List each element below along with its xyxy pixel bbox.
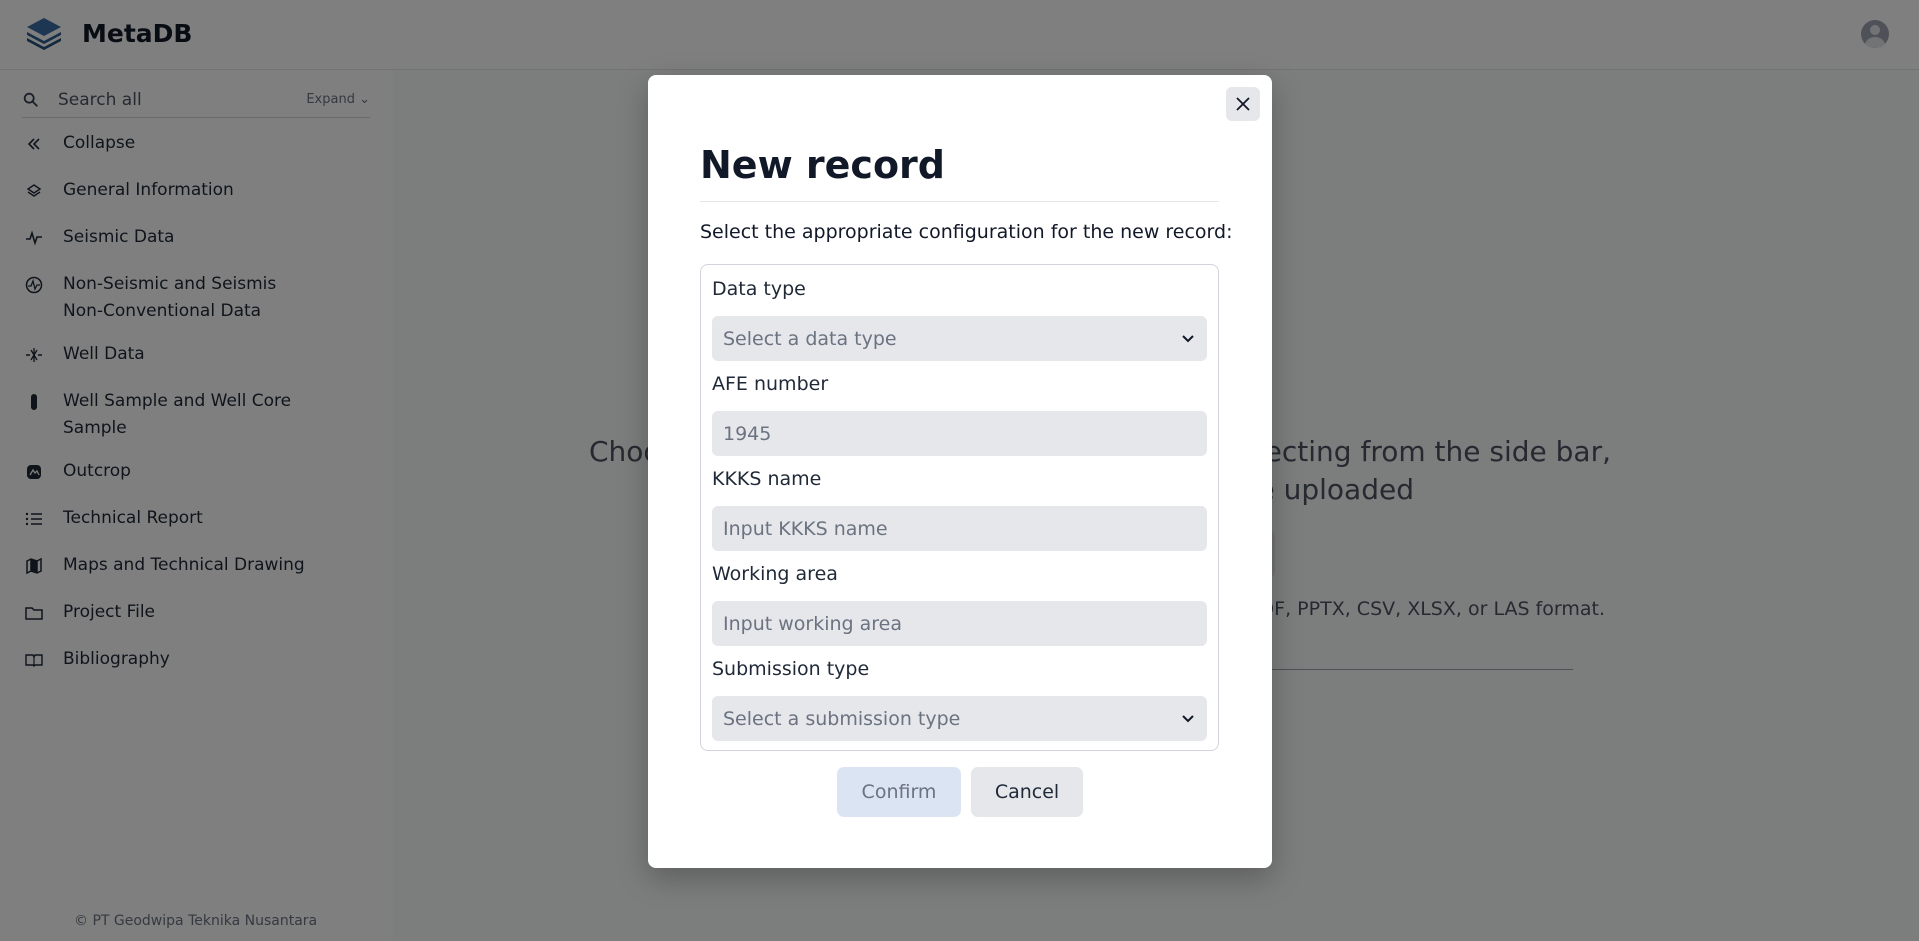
new-record-form: Data type Select a data type AFE number … — [700, 264, 1219, 751]
dialog-description: Select the appropriate configuration for… — [700, 221, 1233, 243]
afe-number-input[interactable]: 1945 — [712, 411, 1207, 456]
submission-type-label: Submission type — [712, 658, 870, 680]
chevron-down-icon — [1182, 335, 1194, 343]
submission-type-select[interactable]: Select a submission type — [712, 696, 1207, 741]
new-record-dialog: New record Select the appropriate config… — [648, 75, 1272, 868]
chevron-down-icon — [1182, 715, 1194, 723]
close-icon — [1236, 97, 1250, 111]
afe-number-label: AFE number — [712, 373, 829, 395]
working-area-input[interactable]: Input working area — [712, 601, 1207, 646]
dialog-actions: Confirm Cancel — [648, 767, 1272, 817]
close-button[interactable] — [1226, 87, 1260, 121]
data-type-label: Data type — [712, 278, 806, 300]
kkks-name-input[interactable]: Input KKKS name — [712, 506, 1207, 551]
confirm-button[interactable]: Confirm — [837, 767, 961, 817]
working-area-label: Working area — [712, 563, 838, 585]
kkks-name-label: KKKS name — [712, 468, 822, 490]
dialog-title: New record — [700, 143, 945, 187]
data-type-select[interactable]: Select a data type — [712, 316, 1207, 361]
cancel-button[interactable]: Cancel — [971, 767, 1083, 817]
title-divider — [700, 201, 1219, 202]
